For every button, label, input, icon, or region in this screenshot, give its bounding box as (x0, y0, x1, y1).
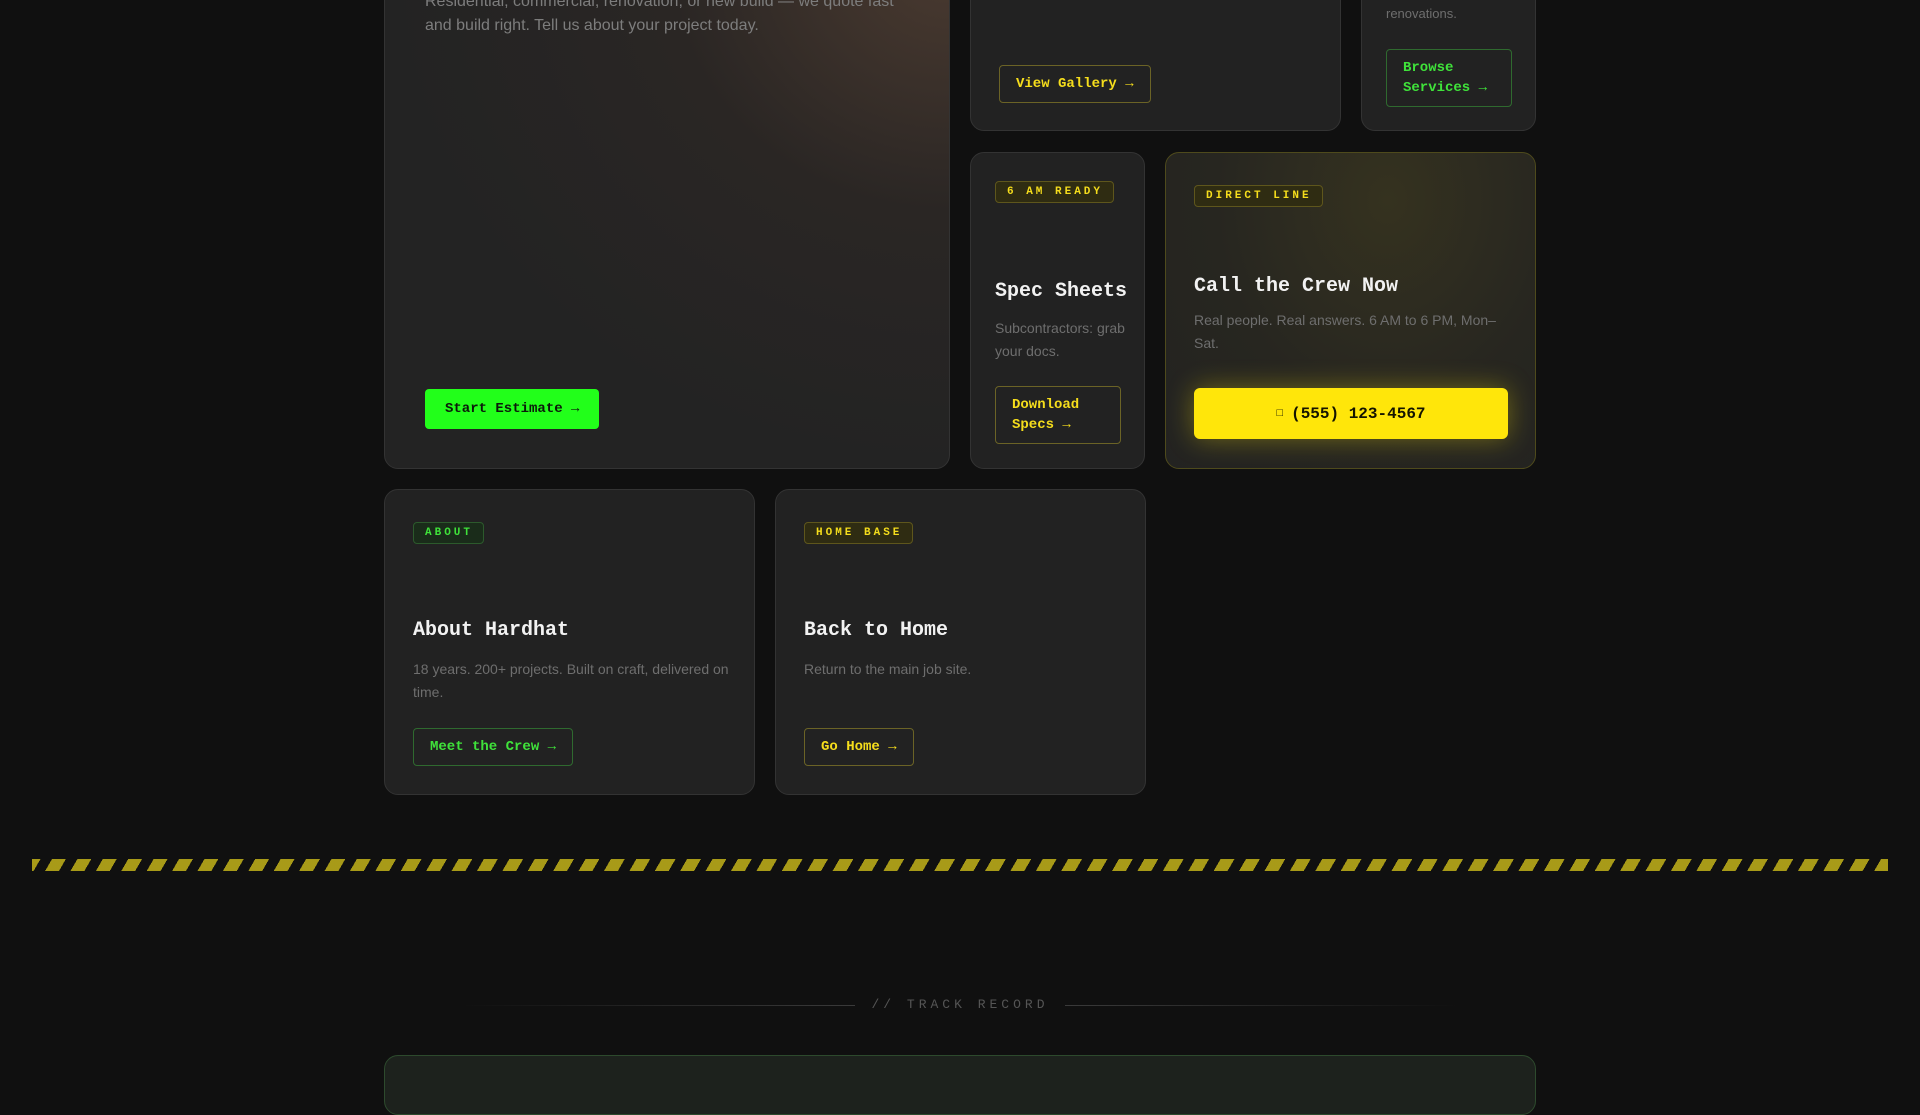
meet-the-crew-button[interactable]: Meet the Crew → (413, 728, 574, 766)
track-record-card (384, 1055, 1536, 1115)
direct-line-tag: DIRECT LINE (1194, 185, 1323, 207)
spec-description: Subcontractors: grab your docs. (995, 320, 1125, 359)
about-title: About Hardhat (413, 619, 570, 642)
about-tag: ABOUT (413, 522, 485, 544)
home-base-tag: HOME BASE (804, 522, 914, 544)
view-gallery-button[interactable]: View Gallery → (999, 65, 1151, 103)
hero-description: Residential, commercial, renovation, or … (425, 0, 894, 34)
section-divider-right (1065, 1005, 1460, 1006)
call-description: Real people. Real answers. 6 AM to 6 PM,… (1194, 312, 1496, 351)
home-description: Return to the main job site. (804, 661, 972, 677)
go-home-button[interactable]: Go Home → (804, 728, 914, 766)
services-description: renovations. (1386, 6, 1457, 21)
services-card: renovations. Browse Services → (1361, 0, 1536, 131)
call-crew-card: DIRECT LINE Call the Crew Now Real peopl… (1165, 152, 1536, 469)
section-divider-left (460, 1005, 855, 1006)
home-title: Back to Home (804, 619, 949, 642)
browse-services-button[interactable]: Browse Services → (1386, 49, 1512, 107)
download-specs-button[interactable]: Download Specs → (995, 386, 1121, 444)
gallery-card: View Gallery → (970, 0, 1341, 131)
hero-card: Residential, commercial, renovation, or … (384, 0, 950, 469)
about-card: ABOUT About Hardhat 18 years. 200+ proje… (384, 489, 755, 795)
start-estimate-button[interactable]: Start Estimate → (425, 389, 600, 429)
section-label: // TRACK RECORD (871, 997, 1049, 1012)
spec-sheets-card: 6 AM READY Spec Sheets Subcontractors: g… (970, 152, 1145, 469)
home-card: HOME BASE Back to Home Return to the mai… (775, 489, 1146, 795)
phone-icon: □ (1276, 407, 1284, 420)
spec-tag: 6 AM READY (995, 181, 1115, 203)
phone-button[interactable]: □ (555) 123-4567 (1194, 388, 1508, 439)
about-description: 18 years. 200+ projects. Built on craft,… (413, 661, 729, 700)
phone-number: (555) 123-4567 (1291, 404, 1426, 423)
hazard-stripe-divider (32, 859, 1888, 871)
call-title: Call the Crew Now (1194, 275, 1399, 298)
spec-title: Spec Sheets (995, 280, 1128, 303)
